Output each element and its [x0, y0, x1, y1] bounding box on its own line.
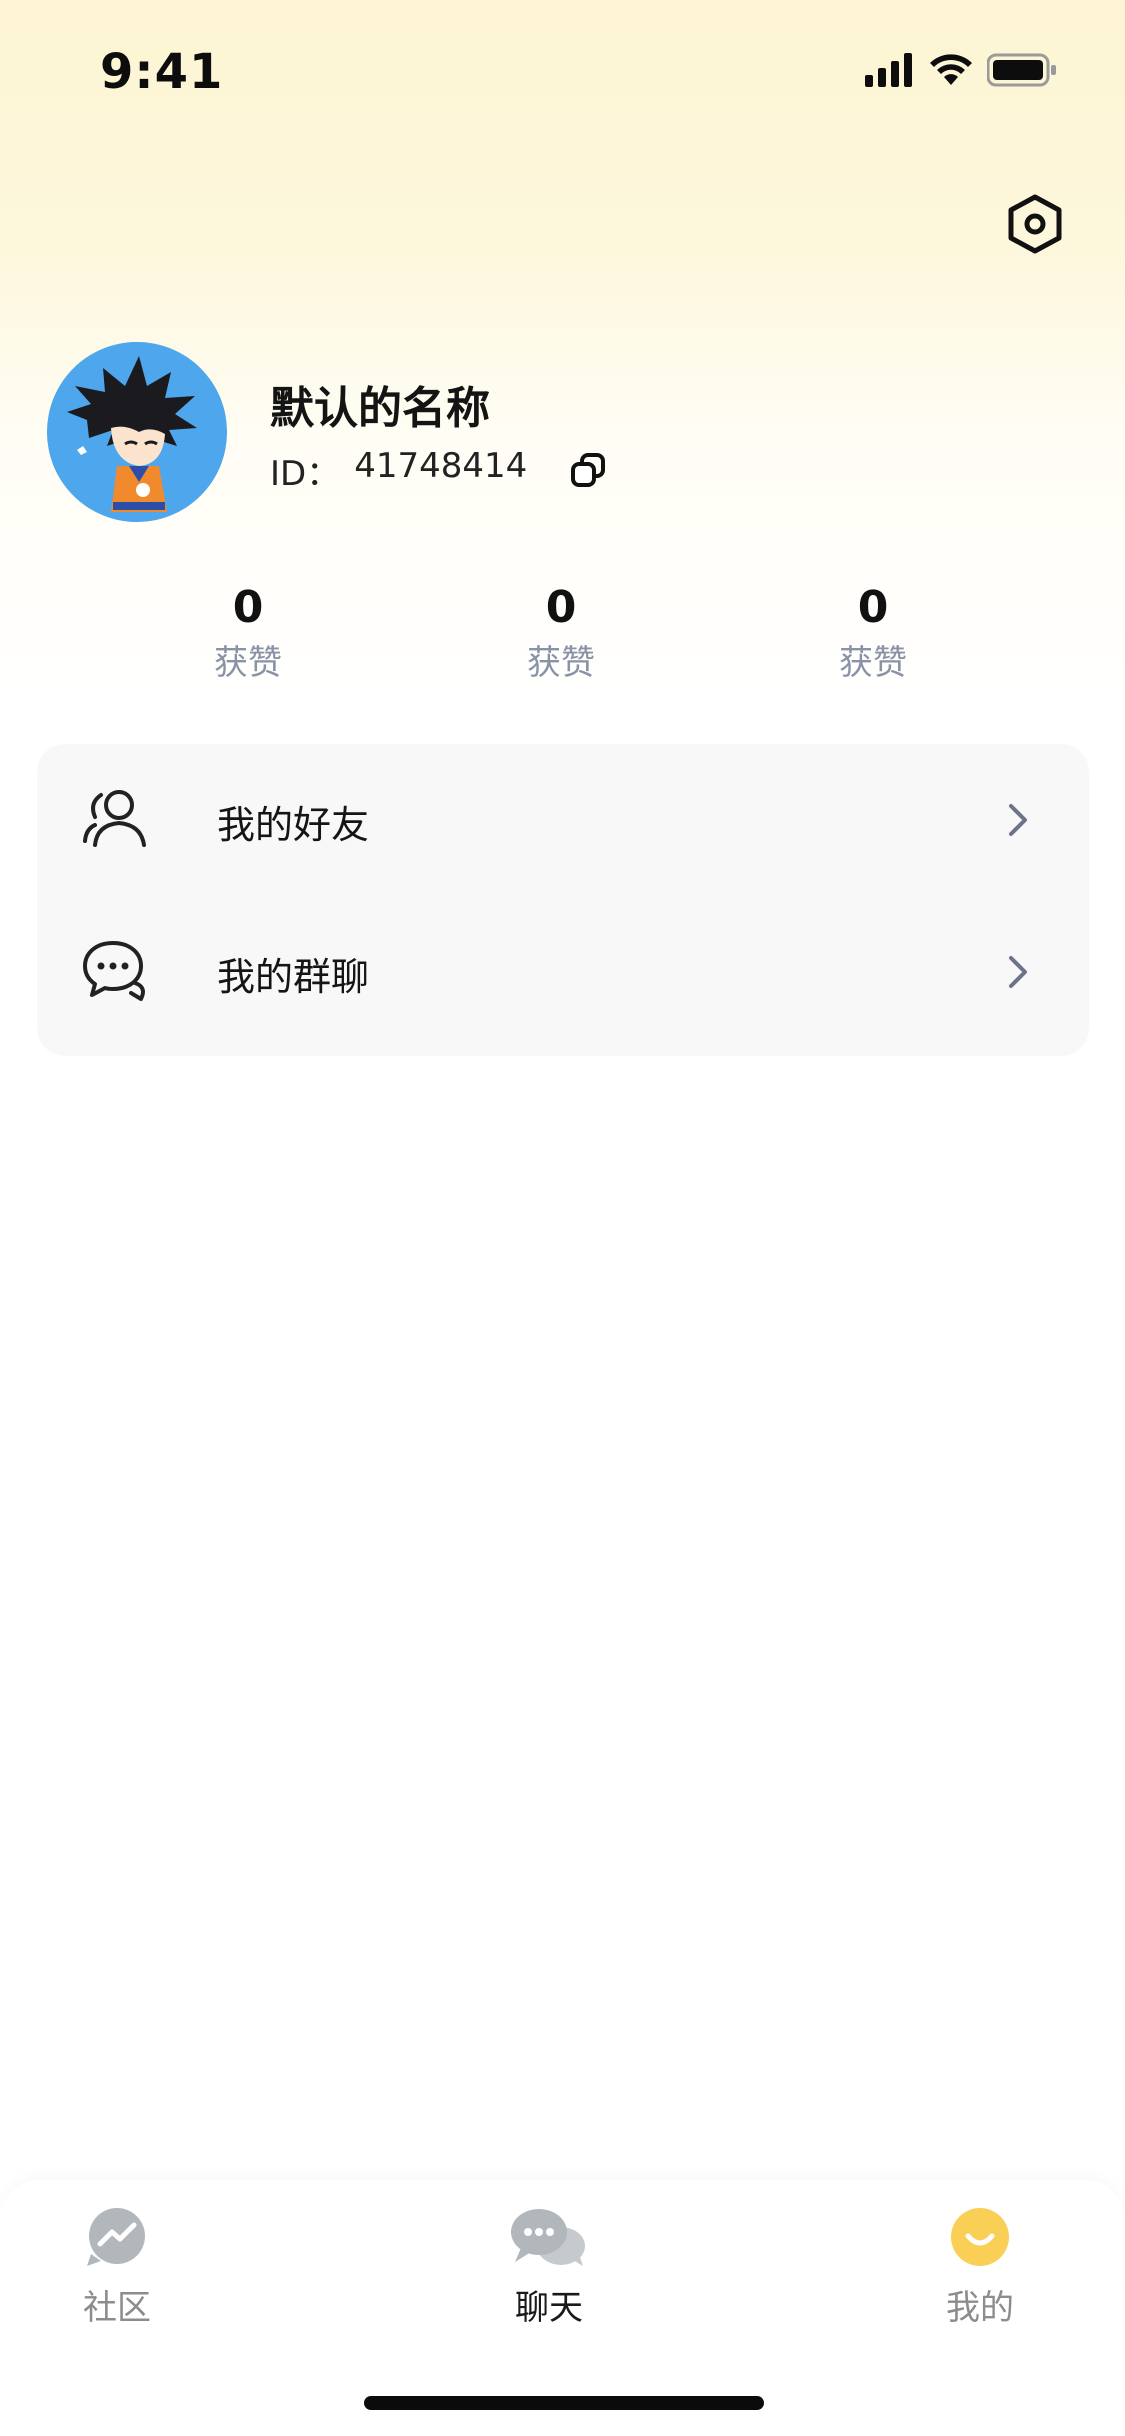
tab-label: 社区 [83, 2288, 151, 2328]
stat-label: 获赞 [214, 643, 282, 683]
tab-label: 我的 [946, 2288, 1014, 2328]
community-icon [87, 2208, 145, 2266]
home-indicator [364, 2396, 764, 2410]
chat-icon [511, 2209, 585, 2266]
stat-value: 0 [857, 582, 889, 633]
stat-value: 0 [545, 582, 577, 633]
settings-hexagon-icon [1008, 194, 1062, 254]
tab-label: 聊天 [515, 2288, 583, 2328]
menu-label: 我的好友 [217, 803, 370, 847]
settings-button[interactable] [1003, 192, 1067, 256]
chevron-right-icon [1009, 804, 1027, 836]
menu-card: 我的好友 我的群聊 [37, 744, 1089, 1056]
status-time: 9:41 [100, 44, 224, 100]
chevron-right-icon [1009, 956, 1027, 988]
status-icons [865, 48, 1057, 92]
menu-item-group-chats[interactable]: 我的群聊 [37, 896, 1089, 1046]
stat-label: 获赞 [839, 643, 907, 683]
stat-item-likes-3[interactable]: 0 获赞 [783, 578, 963, 688]
signal-icon [865, 53, 912, 87]
stat-label: 获赞 [527, 643, 595, 683]
profile-id-label: ID： [270, 454, 341, 494]
tab-chat[interactable]: 聊天 [479, 2206, 619, 2336]
battery-icon [987, 53, 1056, 87]
avatar[interactable] [47, 342, 227, 522]
stat-item-likes-2[interactable]: 0 获赞 [471, 578, 651, 688]
tab-profile[interactable]: 我的 [910, 2206, 1050, 2336]
cartoon-avatar-image [47, 342, 227, 522]
copy-id-button[interactable] [565, 447, 611, 493]
profile-id-value: 41748414 [354, 446, 528, 486]
menu-label: 我的群聊 [217, 955, 370, 999]
profile-id: ID： 41748414 [270, 446, 527, 495]
stat-value: 0 [232, 582, 264, 633]
group-chat-icon [83, 941, 145, 1001]
status-bar: 9:41 [0, 0, 1125, 140]
wifi-icon [930, 54, 972, 85]
friends-icon [83, 790, 146, 847]
menu-item-friends[interactable]: 我的好友 [37, 744, 1089, 894]
tab-community[interactable]: 社区 [47, 2206, 187, 2336]
profile-smile-icon [951, 2208, 1009, 2266]
copy-icon [571, 453, 605, 487]
profile-name: 默认的名称 [270, 383, 490, 434]
stat-item-likes-1[interactable]: 0 获赞 [158, 578, 338, 688]
